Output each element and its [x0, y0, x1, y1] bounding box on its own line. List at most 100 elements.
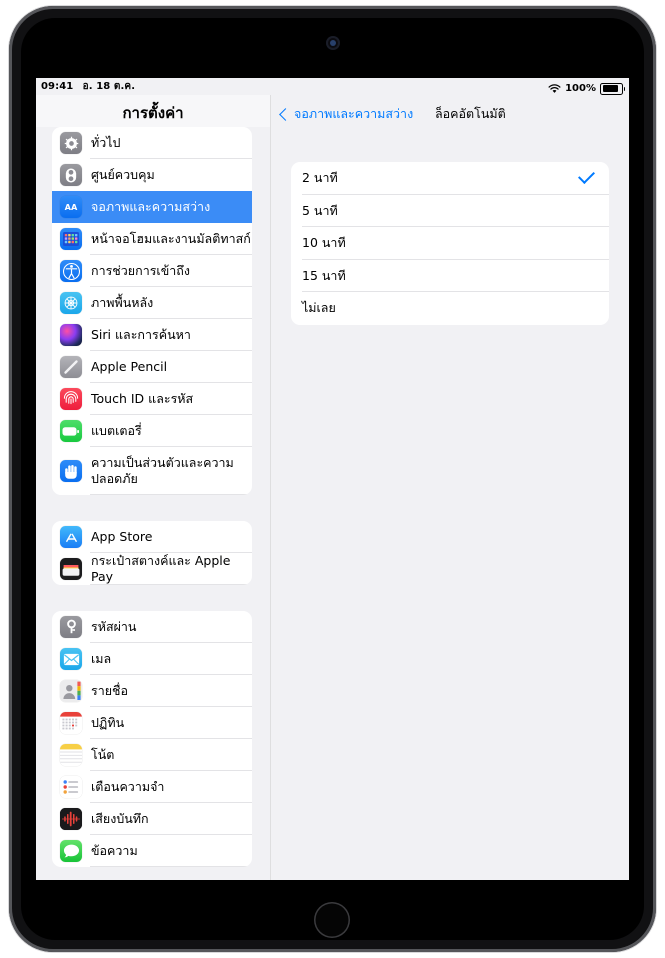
screen: 09:41 อ. 18 ต.ค. 100% การตั้งค่า ทั่วไป …: [36, 78, 629, 880]
option-row-never[interactable]: ไม่เลย: [291, 292, 609, 325]
front-camera-icon: [326, 36, 340, 50]
sidebar-item-wallpaper[interactable]: ภาพพื้นหลัง: [52, 287, 252, 319]
sidebar-item-general[interactable]: ทั่วไป: [52, 127, 252, 159]
sidebar-item-siri-search[interactable]: Siri และการค้นหา: [52, 319, 252, 351]
option-row-2-minutes[interactable]: 2 นาที: [291, 162, 609, 195]
battery-icon: [60, 420, 82, 442]
svg-text:AA: AA: [65, 202, 78, 212]
app-store-icon: [60, 526, 82, 548]
notes-icon: [60, 744, 82, 766]
status-time: 09:41: [41, 81, 74, 92]
detail-pane: จอภาพและความสว่าง ล็อคอัตโนมัติ 2 นาที 5…: [270, 95, 629, 880]
mail-icon: [60, 648, 82, 670]
calendar-icon: [60, 712, 82, 734]
sidebar-item-voice-memos[interactable]: เสียงบันทึก: [52, 803, 252, 835]
sidebar-item-label: รายชื่อ: [91, 683, 129, 699]
sidebar-item-battery[interactable]: แบตเตอรี่: [52, 415, 252, 447]
sidebar-item-label: ศูนย์ควบคุม: [91, 167, 155, 183]
gear-icon: [60, 132, 82, 154]
home-button[interactable]: [314, 902, 350, 938]
option-label: 15 นาที: [302, 267, 346, 283]
home-screen-multitasking-icon: [60, 228, 82, 250]
passwords-key-icon: [60, 616, 82, 638]
sidebar-item-label: App Store: [91, 529, 153, 545]
sidebar-item-passwords[interactable]: รหัสผ่าน: [52, 611, 252, 643]
sidebar-item-mail[interactable]: เมล: [52, 643, 252, 675]
sidebar-group-system: ทั่วไป ศูนย์ควบคุม AA จอภาพและความสว่าง …: [52, 127, 252, 495]
sidebar-item-wallet-apple-pay[interactable]: กระเป๋าสตางค์และ Apple Pay: [52, 553, 252, 585]
sidebar-item-messages[interactable]: ข้อความ: [52, 835, 252, 867]
sidebar-item-label: แบตเตอรี่: [91, 423, 142, 439]
settings-sidebar: การตั้งค่า ทั่วไป ศูนย์ควบคุม AA จอภาพแล…: [36, 95, 270, 880]
sidebar-item-label: จอภาพและความสว่าง: [91, 199, 211, 215]
control-center-icon: [60, 164, 82, 186]
sidebar-item-label: ทั่วไป: [91, 135, 121, 151]
page-title: การตั้งค่า: [122, 104, 184, 122]
messages-icon: [60, 840, 82, 862]
sidebar-item-reminders[interactable]: เตือนความจำ: [52, 771, 252, 803]
touch-id-icon: [60, 388, 82, 410]
sidebar-item-label: ภาพพื้นหลัง: [91, 295, 154, 311]
sidebar-item-label: Apple Pencil: [91, 359, 168, 375]
apple-pencil-icon: [60, 356, 82, 378]
reminders-icon: [60, 776, 82, 798]
sidebar-item-contacts[interactable]: รายชื่อ: [52, 675, 252, 707]
ipad-device: 09:41 อ. 18 ต.ค. 100% การตั้งค่า ทั่วไป …: [0, 0, 665, 958]
voice-memos-icon: [60, 808, 82, 830]
sidebar-item-label: โน้ต: [91, 747, 115, 763]
chevron-left-icon: [279, 107, 292, 121]
option-row-5-minutes[interactable]: 5 นาที: [291, 195, 609, 227]
sidebar-item-home-screen-multitasking[interactable]: หน้าจอโฮมและงานมัลติทาสก์: [52, 223, 252, 255]
sidebar-item-app-store[interactable]: App Store: [52, 521, 252, 553]
sidebar-item-accessibility[interactable]: การช่วยการเข้าถึง: [52, 255, 252, 287]
sidebar-item-label: กระเป๋าสตางค์และ Apple Pay: [91, 553, 231, 584]
sidebar-item-label: เตือนความจำ: [91, 779, 165, 795]
display-brightness-icon: AA: [60, 196, 82, 218]
sidebar-item-apple-pencil[interactable]: Apple Pencil: [52, 351, 252, 383]
status-bar: 09:41 อ. 18 ต.ค. 100%: [36, 78, 629, 95]
sidebar-item-label: รหัสผ่าน: [91, 619, 137, 635]
accessibility-icon: [60, 260, 82, 282]
sidebar-item-display-brightness[interactable]: AA จอภาพและความสว่าง: [52, 191, 252, 223]
option-label: 10 นาที: [302, 235, 346, 251]
back-button-label: จอภาพและความสว่าง: [294, 106, 414, 121]
privacy-hand-icon: [60, 460, 82, 482]
sidebar-item-label: Siri และการค้นหา: [91, 327, 191, 343]
sidebar-group-store: App Store กระเป๋าสตางค์และ Apple Pay: [52, 521, 252, 585]
battery-icon: [600, 82, 625, 95]
status-bar-left: 09:41 อ. 18 ต.ค.: [41, 79, 135, 94]
contacts-icon: [60, 680, 82, 702]
sidebar-item-label: ข้อความ: [91, 843, 138, 859]
option-row-15-minutes[interactable]: 15 นาที: [291, 260, 609, 292]
pane-divider: [270, 95, 271, 880]
sidebar-item-label: ปฏิทิน: [91, 715, 125, 731]
sidebar-item-label: หน้าจอโฮมและงานมัลติทาสก์: [91, 231, 251, 247]
checkmark-icon: [578, 167, 595, 184]
sidebar-item-label: เมล: [91, 651, 112, 667]
back-button[interactable]: จอภาพและความสว่าง: [279, 104, 414, 124]
option-label: 2 นาที: [302, 170, 338, 186]
option-row-10-minutes[interactable]: 10 นาที: [291, 227, 609, 260]
sidebar-item-label: การช่วยการเข้าถึง: [91, 263, 190, 279]
siri-icon: [60, 324, 82, 346]
wallpaper-icon: [60, 292, 82, 314]
sidebar-item-calendar[interactable]: ปฏิทิน: [52, 707, 252, 739]
status-date: อ. 18 ต.ค.: [82, 81, 136, 92]
option-label: ไม่เลย: [302, 300, 336, 316]
sidebar-item-label: ความเป็นส่วนตัวและความปลอดภัย: [91, 455, 234, 486]
sidebar-item-label: Touch ID และรหัส: [91, 391, 194, 407]
sidebar-item-notes[interactable]: โน้ต: [52, 739, 252, 771]
sidebar-item-control-center[interactable]: ศูนย์ควบคุม: [52, 159, 252, 191]
sidebar-titlebar: การตั้งค่า: [36, 95, 270, 127]
sidebar-item-privacy-security[interactable]: ความเป็นส่วนตัวและความปลอดภัย: [52, 447, 252, 495]
sidebar-scroll[interactable]: ทั่วไป ศูนย์ควบคุม AA จอภาพและความสว่าง …: [36, 127, 270, 880]
detail-title: ล็อคอัตโนมัติ: [435, 106, 506, 121]
option-label: 5 นาที: [302, 202, 338, 218]
sidebar-item-touch-id-passcode[interactable]: Touch ID และรหัส: [52, 383, 252, 415]
battery-percent: 100%: [565, 83, 596, 94]
auto-lock-options-list: 2 นาที 5 นาที 10 นาที 15 นาที ไม่เลย: [291, 162, 609, 325]
detail-navbar: จอภาพและความสว่าง ล็อคอัตโนมัติ: [270, 95, 629, 131]
sidebar-item-label: เสียงบันทึก: [91, 811, 149, 827]
wallet-icon: [60, 558, 82, 580]
sidebar-group-apps: รหัสผ่าน เมล รายชื่อ ปฏิทิน โน้ต เตือนคว…: [52, 611, 252, 867]
